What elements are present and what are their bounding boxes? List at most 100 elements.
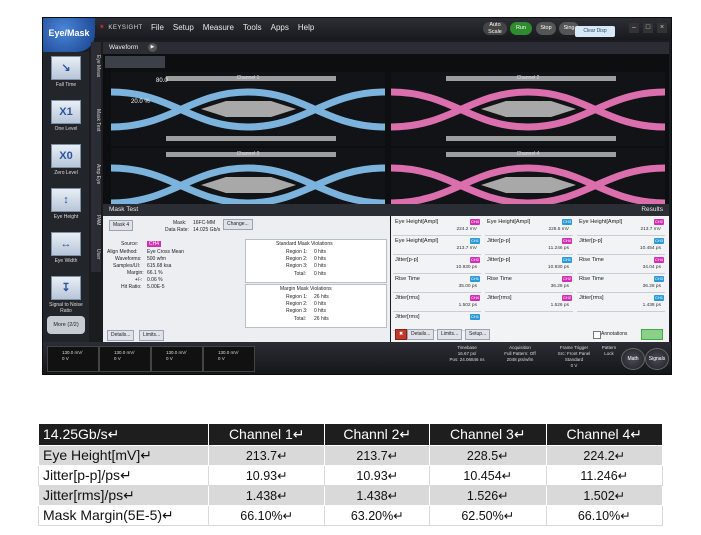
margin-violations-title: Margin Mask Violations [280,286,332,292]
channel-3-info[interactable]: 130.0 mV/ 0 V [151,346,203,372]
result-name: Eye Height[Ampl] [487,219,531,225]
table-header-row: 14.25Gb/s↵ Channel 1↵ Channl 2↵ Channel 3↵ C… [38,423,664,446]
signals-button[interactable]: Signals [645,348,669,370]
result-cell[interactable]: Rise Time 35.00 ps CH1 [393,275,481,293]
channel-4-info[interactable]: 130.0 mV/ 0 V [203,346,255,372]
ch2-scale: 130.0 mV/ [114,350,135,355]
trigger-info[interactable]: Frame Trigger Src: Front Panel Standard … [549,345,599,369]
result-name: Rise Time [487,276,512,282]
menu-help[interactable]: Help [298,23,314,32]
result-value: 213.7 mV [456,246,477,251]
result-cell[interactable]: Rise Time 36.28 ps CH2 [485,275,573,293]
result-name: Jitter[rms] [395,295,420,301]
result-cell[interactable]: Jitter[p-p] 10.930 ps CH2 [393,256,481,274]
scope-window: KEYSIGHT File Setup Measure Tools Apps H… [42,17,672,375]
status-bar: 130.0 mV/ 0 V 130.0 mV/ 0 V 130.0 mV/ 0 … [43,342,671,374]
zero-level-tool[interactable]: X0 Zero Level [47,144,85,185]
annotations-checkbox[interactable] [593,331,601,339]
result-name: Rise Time [579,276,604,282]
menu-file[interactable]: File [151,23,164,32]
pattern-lock[interactable]: Pattern Lock [598,345,620,357]
mgn-total-label: Total: [294,316,306,322]
row-label: 14.25Gb/s↵ [38,423,209,446]
mask-label: Mask: [173,220,187,226]
result-name: Eye Height[Ampl] [395,238,439,244]
restore-icon[interactable]: □ [643,23,653,33]
mask-change-button[interactable]: Change... [223,219,253,230]
result-cell[interactable]: Eye Height[Ampl] 224.2 mV CH4 [393,218,481,236]
result-cell[interactable]: Jitter[p-p] 10.454 ps CH3 [577,237,665,255]
eye-width-tool[interactable]: ↔ Eye Width [47,232,85,273]
channel-badge: CH1 [654,295,664,301]
result-name: Jitter[p-p] [487,257,511,263]
ch4-offset: 0 V [218,356,225,361]
result-cell[interactable]: Jitter[p-p] 11.246 ps CH4 [485,237,573,255]
result-cell[interactable]: Jitter[rms] 1.438 ps CH1 [577,294,665,312]
acquisition-info[interactable]: Acquisition Full Pattern: Off 2048 pts/w… [495,345,545,363]
result-name: Eye Height[Ampl] [395,219,439,225]
table-cell: 1.438↵ [324,485,431,506]
result-cell[interactable]: Eye Height[Ampl] 213.7 mV CH2 [577,218,665,236]
channel-badge: CH2 [562,276,572,282]
fall-time-tool[interactable]: ↘ Fall Time [47,56,85,97]
standard-violations-box: Standard Mask Violations Region 1: 0 hit… [245,239,387,283]
math-button[interactable]: Math [621,348,645,370]
menu-tools[interactable]: Tools [243,23,262,32]
one-level-tool[interactable]: X1 One Level [47,100,85,141]
ch1-scale: 130.0 mV/ [62,350,83,355]
play-icon[interactable]: ▶ [148,43,157,52]
result-value: 1.438 ps [642,303,661,308]
mask-limits-button[interactable]: Limits... [139,330,165,341]
clear-results-icon[interactable]: ✖ [395,329,408,340]
std-region2-label: Region 2: [286,256,308,262]
margin-label: Margin: [127,270,144,276]
waveform-display[interactable]: Waveform ▶ Channel 1 80.0 20.0 % Channel… [103,42,669,222]
annotations-toggle[interactable] [641,329,663,340]
results-details-button[interactable]: Details... [407,329,435,340]
table-cell: 66.10%↵ [545,505,664,526]
result-cell[interactable]: Rise Time 34.04 ps CH4 [577,256,665,274]
tab-user[interactable]: User [91,242,101,266]
table-row: Eye Height[mV]↵ 213.7↵ 213.7↵ 228.5↵ 224.2↵ [38,445,664,466]
menu-measure[interactable]: Measure [203,23,234,32]
ch3-label: Channel 3 [237,151,260,157]
results-setup-button[interactable]: Setup... [465,329,491,340]
clear-display-button[interactable]: Clear Disp [575,26,615,37]
channel-1-info[interactable]: 130.0 mV/ 0 V [47,346,99,372]
tab-pam[interactable]: PAM [91,208,101,232]
channel-2-info[interactable]: 130.0 mV/ 0 V [99,346,151,372]
app-mode-badge[interactable]: Eye/Mask [43,18,95,52]
tab-eye-meas[interactable]: Eye Meas [91,46,101,86]
std-region3-value: 0 hits [314,263,326,269]
stop-button[interactable]: Stop [536,22,556,35]
table-cell: 10.454↵ [429,465,547,486]
channel-badge: CH1 [470,238,480,244]
auto-scale-button[interactable]: Auto Scale [483,22,507,35]
result-name: Jitter[p-p] [579,238,603,244]
menu-apps[interactable]: Apps [271,23,289,32]
eye-height-tool[interactable]: ↕ Eye Height [47,188,85,229]
results-limits-button[interactable]: Limits... [437,329,463,340]
mask-test-panel: Mask Test Mask 4 Mask: 16FC-MM Data Rate… [103,204,396,342]
tab-mask-test[interactable]: Mask Test [91,100,101,140]
data-rate-value: 14.025 Gb/s [193,227,221,233]
result-cell[interactable]: Jitter[rms] 1.526 ps CH2 [485,294,573,312]
snr-tool[interactable]: ↧ Signal to Noise Ratio [47,276,85,317]
eye-height-icon: ↕ [51,188,81,212]
more-tools-button[interactable]: More (2/2) [47,316,85,334]
result-cell[interactable]: Eye Height[Ampl] 213.7 mV CH1 [393,237,481,255]
mask-selector[interactable]: Mask 4 [109,220,134,231]
display-toolbar[interactable] [105,56,165,68]
result-cell[interactable]: Jitter[rms] 1.502 ps CH4 [393,294,481,312]
minimize-icon[interactable]: – [629,23,639,33]
run-button[interactable]: Run [510,22,532,35]
timebase-info[interactable]: Timebase 16.67 ps/ Pos: 24.06846 ns [443,345,491,363]
close-icon[interactable]: × [657,23,667,33]
result-cell[interactable]: Rise Time 36.28 ps CH3 [577,275,665,293]
source-value[interactable]: CH4 [147,241,162,247]
result-cell[interactable]: Jitter[p-p] 10.930 ps CH1 [485,256,573,274]
tab-amp-eye[interactable]: Amp Eye [91,154,101,194]
mask-details-button[interactable]: Details... [107,330,135,341]
result-cell[interactable]: Eye Height[Ampl] 228.5 mV CH3 [485,218,573,236]
menu-setup[interactable]: Setup [173,23,194,32]
